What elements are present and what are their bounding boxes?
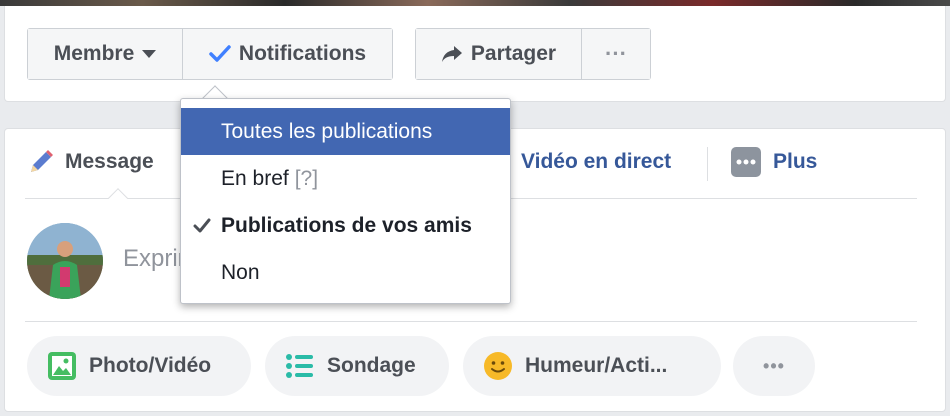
photo-icon <box>48 352 76 380</box>
share-more-group: Partager ··· <box>415 28 651 80</box>
composer-divider <box>25 321 917 322</box>
more-options-button[interactable]: ··· <box>581 29 650 79</box>
share-button[interactable]: Partager <box>416 29 581 79</box>
tab-more[interactable]: Plus <box>731 145 817 179</box>
notifications-label: Notifications <box>238 42 367 65</box>
notifications-dropdown: Toutes les publications En bref [?] Publ… <box>180 98 511 304</box>
pencil-icon <box>31 150 53 172</box>
menu-item-all-posts[interactable]: Toutes les publications <box>181 108 510 155</box>
menu-item-highlights-label: En bref <box>221 166 289 190</box>
feeling-activity-button[interactable]: Humeur/Acti... <box>463 336 721 396</box>
member-button[interactable]: Membre <box>28 29 182 79</box>
menu-item-off-label: Non <box>221 260 260 284</box>
poll-label: Sondage <box>327 354 416 377</box>
menu-item-friends-posts[interactable]: Publications de vos amis <box>181 202 510 249</box>
tab-more-label: Plus <box>773 150 818 173</box>
member-label: Membre <box>53 42 135 65</box>
notifications-button[interactable]: Notifications <box>182 29 392 79</box>
check-icon <box>209 45 231 62</box>
poll-button[interactable]: Sondage <box>265 336 449 396</box>
menu-item-off[interactable]: Non <box>181 249 510 296</box>
avatar-photo <box>27 223 103 299</box>
composer-more-button[interactable]: ••• <box>733 336 815 396</box>
active-tab-indicator <box>108 188 128 208</box>
tab-message[interactable]: Message <box>27 145 154 179</box>
menu-item-highlights[interactable]: En bref [?] <box>181 155 510 202</box>
avatar[interactable] <box>27 223 103 299</box>
share-label: Partager <box>470 42 557 65</box>
smiley-icon <box>484 352 512 380</box>
tab-message-label: Message <box>65 150 154 173</box>
photo-video-label: Photo/Vidéo <box>89 354 212 377</box>
member-notifications-group: Membre Notifications <box>27 28 393 80</box>
share-arrow-icon <box>441 46 462 62</box>
help-hint[interactable]: [?] <box>295 167 318 191</box>
checkmark-icon <box>193 218 211 232</box>
feeling-activity-label: Humeur/Acti... <box>525 354 668 377</box>
composer-more-icon: ••• <box>763 355 785 376</box>
tab-live-video[interactable]: Vidéo en direct <box>521 145 671 179</box>
photo-video-button[interactable]: Photo/Vidéo <box>27 336 251 396</box>
more-dots-icon <box>731 147 761 177</box>
tab-divider <box>707 147 708 181</box>
more-options-icon: ··· <box>605 41 627 66</box>
caret-down-icon <box>142 50 157 58</box>
tab-live-video-label: Vidéo en direct <box>521 150 672 173</box>
menu-item-all-posts-label: Toutes les publications <box>221 119 433 143</box>
list-icon <box>286 354 313 378</box>
menu-item-friends-posts-label: Publications de vos amis <box>221 213 472 237</box>
page-actions-panel: Membre Notifications Partager ··· <box>4 6 946 102</box>
